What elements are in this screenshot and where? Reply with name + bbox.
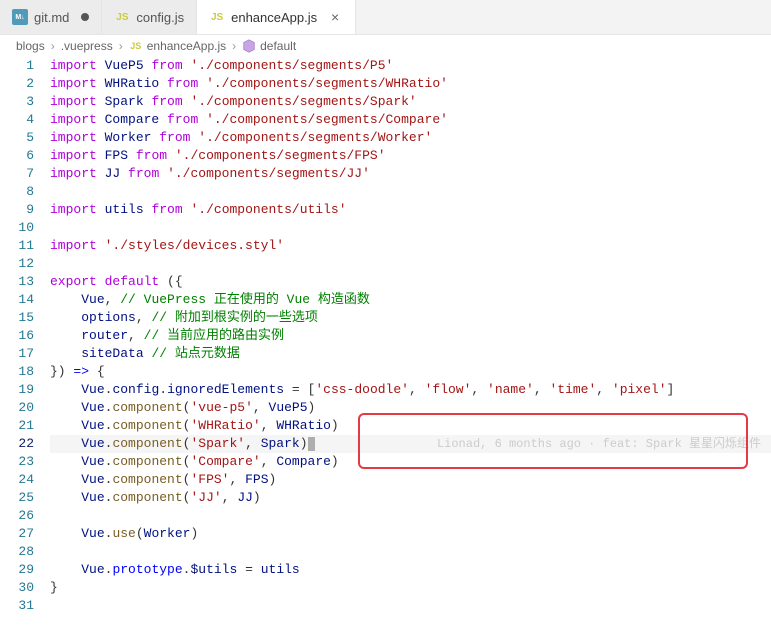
- code-line[interactable]: import JJ from './components/segments/JJ…: [50, 165, 771, 183]
- line-number: 20: [0, 399, 34, 417]
- line-gutter: 1234567891011121314151617181920212223242…: [0, 57, 50, 615]
- code-line[interactable]: siteData // 站点元数据: [50, 345, 771, 363]
- code-line[interactable]: import WHRatio from './components/segmen…: [50, 75, 771, 93]
- line-number: 13: [0, 273, 34, 291]
- breadcrumb-part[interactable]: enhanceApp.js: [147, 39, 226, 53]
- breadcrumb-part[interactable]: default: [260, 39, 296, 53]
- breadcrumb: blogs › .vuepress › JS enhanceApp.js › d…: [0, 35, 771, 57]
- breadcrumb-part[interactable]: blogs: [16, 39, 45, 53]
- line-number: 11: [0, 237, 34, 255]
- code-line[interactable]: router, // 当前应用的路由实例: [50, 327, 771, 345]
- tab-label: git.md: [34, 10, 69, 25]
- code-line[interactable]: import utils from './components/utils': [50, 201, 771, 219]
- chevron-right-icon: ›: [51, 39, 55, 53]
- code-line[interactable]: [50, 255, 771, 273]
- line-number: 9: [0, 201, 34, 219]
- line-number: 30: [0, 579, 34, 597]
- code-line[interactable]: [50, 597, 771, 615]
- code-line[interactable]: [50, 183, 771, 201]
- dirty-indicator: [81, 13, 89, 21]
- code-editor[interactable]: 1234567891011121314151617181920212223242…: [0, 57, 771, 615]
- tab-label: enhanceApp.js: [231, 10, 317, 25]
- code-line[interactable]: }: [50, 579, 771, 597]
- line-number: 4: [0, 111, 34, 129]
- line-number: 18: [0, 363, 34, 381]
- code-line[interactable]: import Spark from './components/segments…: [50, 93, 771, 111]
- line-number: 24: [0, 471, 34, 489]
- symbol-function-icon: [242, 39, 256, 53]
- code-line[interactable]: [50, 507, 771, 525]
- code-line[interactable]: Vue.config.ignoredElements = ['css-doodl…: [50, 381, 771, 399]
- code-line[interactable]: options, // 附加到根实例的一些选项: [50, 309, 771, 327]
- code-line[interactable]: import './styles/devices.styl': [50, 237, 771, 255]
- line-number: 1: [0, 57, 34, 75]
- code-line[interactable]: Vue.component('Spark', Spark)Lionad, 6 m…: [50, 435, 771, 453]
- line-number: 7: [0, 165, 34, 183]
- line-number: 10: [0, 219, 34, 237]
- line-number: 29: [0, 561, 34, 579]
- line-number: 25: [0, 489, 34, 507]
- line-number: 5: [0, 129, 34, 147]
- line-number: 28: [0, 543, 34, 561]
- markdown-icon: M↓: [12, 9, 28, 25]
- code-area[interactable]: import VueP5 from './components/segments…: [50, 57, 771, 615]
- code-line[interactable]: import VueP5 from './components/segments…: [50, 57, 771, 75]
- code-line[interactable]: Vue.component('FPS', FPS): [50, 471, 771, 489]
- tab-config-js[interactable]: JS config.js: [102, 0, 197, 34]
- code-line[interactable]: Vue, // VuePress 正在使用的 Vue 构造函数: [50, 291, 771, 309]
- code-line[interactable]: Vue.component('vue-p5', VueP5): [50, 399, 771, 417]
- git-blame-annotation: Lionad, 6 months ago · feat: Spark 星星闪烁组…: [437, 435, 761, 453]
- line-number: 22: [0, 435, 34, 453]
- code-line[interactable]: [50, 219, 771, 237]
- tab-git-md[interactable]: M↓ git.md: [0, 0, 102, 34]
- line-number: 21: [0, 417, 34, 435]
- line-number: 3: [0, 93, 34, 111]
- line-number: 23: [0, 453, 34, 471]
- js-icon: JS: [129, 39, 143, 53]
- chevron-right-icon: ›: [119, 39, 123, 53]
- line-number: 12: [0, 255, 34, 273]
- line-number: 27: [0, 525, 34, 543]
- close-icon[interactable]: ×: [327, 9, 343, 25]
- code-line[interactable]: [50, 543, 771, 561]
- line-number: 6: [0, 147, 34, 165]
- code-line[interactable]: import FPS from './components/segments/F…: [50, 147, 771, 165]
- line-number: 15: [0, 309, 34, 327]
- line-number: 2: [0, 75, 34, 93]
- line-number: 26: [0, 507, 34, 525]
- breadcrumb-part[interactable]: .vuepress: [61, 39, 113, 53]
- code-line[interactable]: Vue.component('WHRatio', WHRatio): [50, 417, 771, 435]
- code-line[interactable]: import Compare from './components/segmen…: [50, 111, 771, 129]
- tab-enhanceapp-js[interactable]: JS enhanceApp.js ×: [197, 0, 356, 34]
- tab-label: config.js: [136, 10, 184, 25]
- tab-bar: M↓ git.md JS config.js JS enhanceApp.js …: [0, 0, 771, 35]
- code-line[interactable]: export default ({: [50, 273, 771, 291]
- code-line[interactable]: }) => {: [50, 363, 771, 381]
- code-line[interactable]: import Worker from './components/segment…: [50, 129, 771, 147]
- code-line[interactable]: Vue.prototype.$utils = utils: [50, 561, 771, 579]
- cursor: [308, 437, 315, 451]
- line-number: 31: [0, 597, 34, 615]
- code-line[interactable]: Vue.use(Worker): [50, 525, 771, 543]
- line-number: 8: [0, 183, 34, 201]
- line-number: 17: [0, 345, 34, 363]
- line-number: 16: [0, 327, 34, 345]
- js-icon: JS: [209, 9, 225, 25]
- code-line[interactable]: Vue.component('JJ', JJ): [50, 489, 771, 507]
- js-icon: JS: [114, 9, 130, 25]
- chevron-right-icon: ›: [232, 39, 236, 53]
- line-number: 19: [0, 381, 34, 399]
- line-number: 14: [0, 291, 34, 309]
- code-line[interactable]: Vue.component('Compare', Compare): [50, 453, 771, 471]
